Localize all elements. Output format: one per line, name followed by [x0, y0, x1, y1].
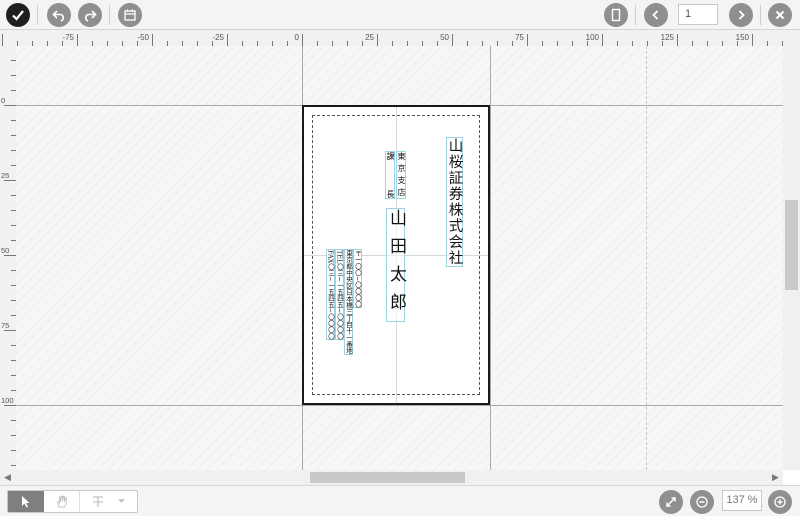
ruler-label: 75 — [1, 321, 9, 330]
prev-page-button[interactable] — [644, 3, 668, 27]
chevron-down-icon — [118, 499, 125, 503]
horizontal-scrollbar[interactable]: ◀ ▶ — [0, 470, 783, 485]
horizontal-ruler: -75 -50 -25 0 25 50 75 100 125 150 — [0, 30, 783, 46]
ruler-label: 25 — [365, 33, 374, 42]
redo-icon — [85, 10, 97, 22]
confirm-button[interactable] — [6, 3, 30, 27]
text-tool-icon — [93, 495, 103, 507]
toolbar-divider — [635, 5, 636, 25]
ruler-label: 0 — [1, 96, 5, 105]
chevron-left-icon — [652, 10, 659, 20]
vertical-ruler-ticks: 0 25 50 75 100 — [1, 60, 16, 466]
scroll-left-icon[interactable]: ◀ — [0, 470, 15, 485]
fit-to-window-button[interactable] — [659, 490, 683, 514]
close-icon — [775, 10, 785, 20]
address-postal-text[interactable]: 〒一〇〇−〇〇〇〇 — [353, 249, 362, 309]
select-tool-button[interactable] — [8, 491, 44, 512]
zoom-out-icon — [696, 496, 708, 508]
tool-selector — [7, 490, 138, 513]
hand-tool-button[interactable] — [44, 491, 80, 512]
guide-line — [16, 405, 783, 406]
fit-to-window-icon — [666, 497, 676, 507]
hand-icon — [56, 495, 67, 508]
address-line-text[interactable]: 東京都中央区日本橋三丁目十一番地 — [344, 249, 353, 355]
guide-line — [646, 46, 647, 470]
zoom-level-input[interactable]: 137 % — [722, 490, 762, 511]
top-toolbar: 1 — [0, 0, 800, 30]
title-text[interactable]: 課長 — [385, 151, 395, 199]
ruler-label: 125 — [661, 33, 675, 42]
ruler-label: 50 — [1, 246, 9, 255]
pointer-icon — [22, 496, 30, 508]
page-orientation-button[interactable] — [604, 3, 628, 27]
zoom-in-button[interactable] — [768, 490, 792, 514]
ruler-label: 0 — [295, 33, 300, 42]
ruler-label: 25 — [1, 171, 9, 180]
calendar-icon — [124, 9, 136, 21]
scroll-right-icon[interactable]: ▶ — [768, 470, 783, 485]
undo-icon — [52, 10, 64, 22]
horizontal-scroll-thumb[interactable] — [310, 472, 465, 483]
zoom-in-icon — [774, 496, 786, 508]
tel-text[interactable]: TEL〇三−一五四五−〇〇〇〇 — [335, 249, 344, 341]
vertical-ruler: 0 25 50 75 100 — [0, 46, 16, 470]
fax-text[interactable]: FAX〇三−一五四五−〇〇〇〇 — [326, 249, 335, 341]
horizontal-ruler-ticks: -75 -50 -25 0 25 50 75 100 125 150 — [2, 33, 783, 46]
guide-line — [490, 46, 491, 470]
ruler-label: 50 — [440, 33, 449, 42]
calendar-button[interactable] — [118, 3, 142, 27]
vertical-scroll-thumb[interactable] — [785, 200, 798, 290]
ruler-label: -25 — [212, 33, 224, 42]
ruler-label: 100 — [586, 33, 600, 42]
zoom-out-button[interactable] — [690, 490, 714, 514]
branch-text[interactable]: 東京支店 — [396, 151, 406, 200]
ruler-label: -50 — [137, 33, 149, 42]
ruler-label: 150 — [736, 33, 750, 42]
check-icon — [12, 10, 24, 21]
next-page-button[interactable] — [729, 3, 753, 27]
ruler-label: 75 — [515, 33, 524, 42]
bottom-toolbar: 137 % — [0, 485, 800, 516]
undo-button[interactable] — [47, 3, 71, 27]
business-card[interactable]: 山桜証券株式会社 東京支店 課長 山田太郎 〒一〇〇−〇〇〇〇 東京都中央区日本… — [302, 105, 490, 405]
ruler-label: -75 — [62, 33, 74, 42]
chevron-right-icon — [738, 10, 745, 20]
toolbar-divider — [37, 5, 38, 25]
company-name-text[interactable]: 山桜証券株式会社 — [446, 137, 463, 267]
vertical-scrollbar[interactable] — [783, 30, 800, 470]
text-tool-dropdown[interactable] — [80, 491, 137, 512]
page-orientation-icon — [611, 8, 621, 22]
toolbar-divider — [760, 5, 761, 25]
design-canvas[interactable]: 山桜証券株式会社 東京支店 課長 山田太郎 〒一〇〇−〇〇〇〇 東京都中央区日本… — [16, 46, 783, 470]
page-number-input[interactable]: 1 — [678, 4, 718, 25]
ruler-label: 100 — [1, 396, 14, 405]
toolbar-divider — [109, 5, 110, 25]
person-name-text[interactable]: 山田太郎 — [386, 208, 406, 322]
close-button[interactable] — [768, 3, 792, 27]
redo-button[interactable] — [78, 3, 102, 27]
